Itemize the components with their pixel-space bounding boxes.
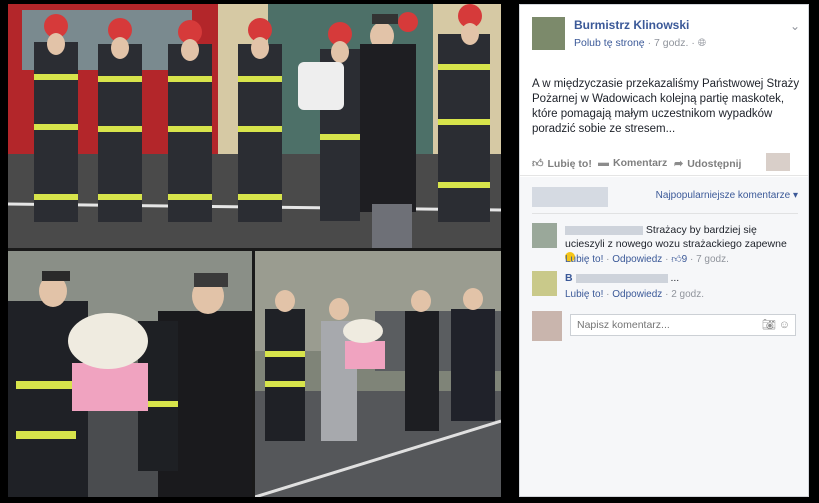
comments-section: Najpopularniejsze komentarze ▾ Strażacy … [520, 177, 808, 496]
thumbs-up-icon: 👍︎ [532, 158, 544, 170]
comment-text: ... [670, 272, 680, 284]
share-label: Udostępnij [687, 158, 742, 170]
post-panel: Burmistrz Klinowski Polub tę stronę · 7 … [519, 4, 809, 497]
comment-meta: Lubię to! · Odpowiedz · 2 godz. [565, 289, 704, 300]
page-avatar[interactable] [532, 17, 565, 50]
comment-time[interactable]: 7 godz. [696, 254, 729, 265]
post-text: A w międzyczasie przekazaliśmy Państwowe… [532, 78, 800, 135]
page-name-link[interactable]: Burmistrz Klinowski [574, 18, 689, 32]
globe-icon: 🌐︎ [697, 37, 707, 49]
comment-body: B ... [565, 271, 798, 285]
sort-label: Najpopularniejsze komentarze [655, 190, 791, 201]
caret-down-icon: ▾ [792, 190, 798, 201]
comment-meta: Lubię to! · Odpowiedz · 👍︎9 · 7 godz. [565, 254, 729, 265]
comment-icon: ▬ [598, 157, 609, 169]
blurred-commenter-name[interactable] [565, 225, 643, 235]
photo-bottom-left[interactable] [8, 251, 252, 497]
emoji-icon[interactable]: ☺ [779, 319, 790, 331]
comment-like-link[interactable]: Lubię to! [565, 254, 603, 265]
photo-collage[interactable] [8, 4, 501, 497]
commenter-avatar[interactable] [532, 223, 557, 248]
blurred-commenter-name[interactable] [575, 273, 668, 283]
like-button[interactable]: 👍︎ Lubię to! [532, 157, 592, 170]
comment-composer: 📷︎ ☺ [532, 311, 798, 341]
liker-avatar[interactable] [766, 153, 790, 171]
comment-item: Strażacy by bardziej się ucieszyli z now… [532, 223, 798, 267]
comment-sort-dropdown[interactable]: Najpopularniejsze komentarze ▾ [656, 190, 798, 201]
share-button[interactable]: ➦ Udostępnij [674, 157, 741, 170]
comment-label: Komentarz [613, 157, 668, 169]
like-label: Lubię to! [547, 158, 592, 170]
comment-time[interactable]: 2 godz. [671, 289, 704, 300]
thumbs-up-icon: 👍︎ [671, 254, 682, 265]
comment-like-link[interactable]: Lubię to! [565, 289, 603, 300]
photo-top[interactable] [8, 4, 501, 248]
share-icon: ➦ [674, 158, 684, 170]
comment-item: B ... Lubię to! · Odpowiedz · 2 godz. [532, 271, 798, 305]
post-time[interactable]: 7 godz. [654, 37, 688, 49]
composer-icons: 📷︎ ☺ [762, 318, 790, 331]
post-meta: Polub tę stronę · 7 godz. · 🌐︎ [574, 37, 706, 50]
commenter-name-initial[interactable]: B [565, 272, 573, 284]
comments-sort-row: Najpopularniejsze komentarze ▾ [532, 187, 798, 214]
chevron-down-icon[interactable]: ⌄ [790, 19, 800, 33]
post-actions: 👍︎ Lubię to! ▬ Komentarz ➦ Udostępnij [520, 153, 808, 176]
comment-button[interactable]: ▬ Komentarz [598, 157, 667, 169]
post-header: Burmistrz Klinowski Polub tę stronę · 7 … [532, 17, 802, 57]
blurred-likes-summary [532, 187, 608, 207]
comment-like-count[interactable]: 9 [682, 254, 688, 265]
current-user-avatar [532, 311, 562, 341]
comment-reply-link[interactable]: Odpowiedz [612, 254, 662, 265]
photo-bottom-right[interactable] [255, 251, 501, 497]
like-page-link[interactable]: Polub tę stronę [574, 37, 645, 49]
commenter-avatar[interactable] [532, 271, 557, 296]
comment-reply-link[interactable]: Odpowiedz [612, 289, 662, 300]
camera-icon[interactable]: 📷︎ [762, 319, 776, 331]
